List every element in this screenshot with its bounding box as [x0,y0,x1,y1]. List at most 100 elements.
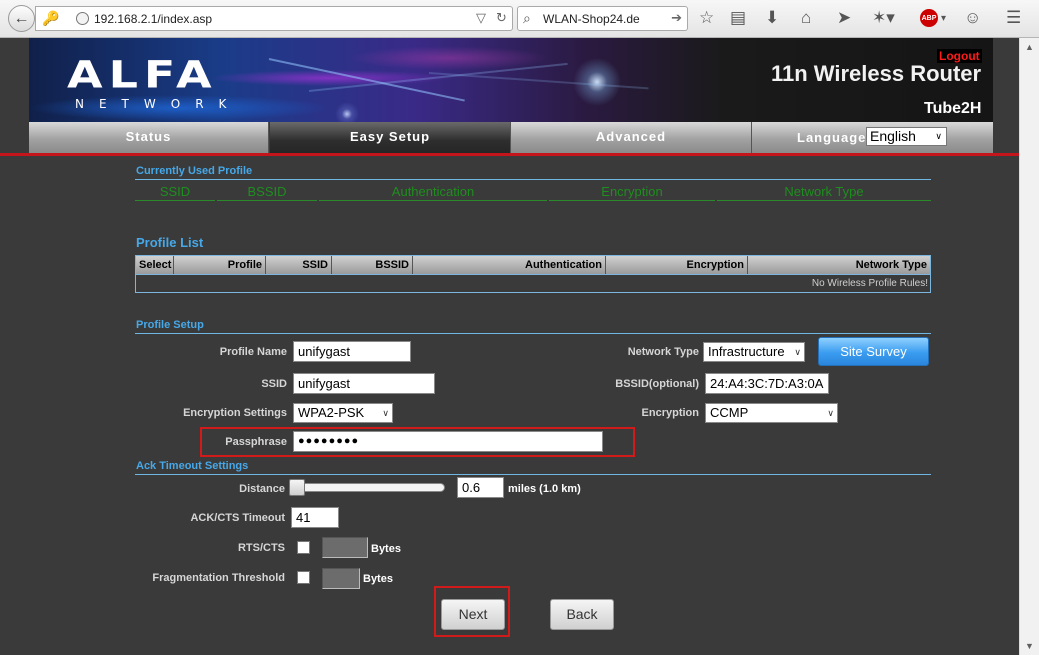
current-col-encryption: Encryption [549,184,715,201]
reload-icon[interactable]: ↻ [496,10,507,26]
scroll-down-icon[interactable]: ▼ [1025,641,1034,651]
frag-threshold-checkbox[interactable] [297,571,310,584]
rts-cts-label: RTS/CTS [237,542,285,554]
profile-setup-title: Profile Setup [136,319,204,331]
distance-input[interactable]: 0.6 [457,477,504,498]
search-engine-label: WLAN-Shop24.de [543,12,640,26]
star-icon[interactable]: ☆ [699,8,714,28]
profile-name-input[interactable]: unifygast [293,341,411,362]
current-col-bssid: BSSID [217,184,317,201]
back-icon[interactable]: ← [8,5,35,32]
ssid-label: SSID [261,378,287,390]
encryption-value: CCMP [710,405,749,420]
encryption-settings-label: Encryption Settings [183,407,287,419]
share-icon[interactable]: ➤ [837,8,851,28]
chevron-down-icon: ∨ [382,408,389,418]
smiley-icon[interactable]: ☺ [964,8,981,28]
profile-list-title: Profile List [136,235,204,250]
col-authentication: Authentication [413,256,606,274]
site-survey-button[interactable]: Site Survey [818,337,929,366]
search-icon: ⌕ [523,10,531,26]
adblock-dropdown-icon[interactable]: ▾ [941,13,946,24]
next-button[interactable]: Next [441,599,505,630]
rts-cts-checkbox[interactable] [297,541,310,554]
profile-list-table: Select Profile SSID BSSID Authentication… [135,255,931,293]
network-icon[interactable]: ✶▾ [872,8,895,28]
tab-easy-setup[interactable]: Easy Setup [270,122,511,153]
header-banner: ALFA NETWORK Logout 11n Wireless Router … [29,38,993,122]
col-bssid: BSSID [332,256,413,274]
empty-message: No Wireless Profile Rules! [136,274,930,292]
adblock-icon[interactable]: ABP [920,9,938,27]
col-encryption: Encryption [606,256,748,274]
section-divider [135,179,931,180]
alfa-logo-subtitle: NETWORK [75,97,242,111]
chevron-down-icon: ∨ [935,131,942,141]
encryption-label: Encryption [641,407,699,419]
passphrase-label: Passphrase [225,436,287,448]
encryption-settings-select[interactable]: WPA2-PSK ∨ [293,403,393,423]
network-type-value: Infrastructure [708,344,785,359]
network-type-select[interactable]: Infrastructure ∨ [703,342,805,362]
url-text[interactable]: 192.168.2.1/index.asp [94,12,212,26]
model-name: Tube2H [924,100,982,117]
distance-label: Distance [239,483,285,495]
col-select: Select [136,256,174,274]
profile-list-header: Select Profile SSID BSSID Authentication… [136,256,930,274]
dropdown-icon[interactable]: ▽ [476,10,486,26]
download-icon[interactable]: ⬇ [765,8,779,28]
search-bar[interactable]: ⌕ WLAN-Shop24.de ➔ [517,6,688,31]
home-icon[interactable]: ⌂ [801,8,811,28]
network-type-label: Network Type [627,346,699,358]
rts-cts-input[interactable] [322,537,368,558]
tab-advanced[interactable]: Advanced [511,122,752,153]
distance-slider[interactable] [290,483,445,492]
chevron-down-icon: ∨ [827,408,834,418]
frag-threshold-unit: Bytes [363,573,393,585]
profile-name-label: Profile Name [219,346,287,358]
current-profile-title: Currently Used Profile [136,165,253,177]
bssid-input[interactable]: 24:A4:3C:7D:A3:0A [705,373,829,394]
banner-streak [268,58,465,102]
scroll-up-icon[interactable]: ▲ [1025,42,1034,52]
globe-icon [76,12,89,25]
ssid-input[interactable]: unifygast [293,373,435,394]
current-col-authentication: Authentication [319,184,547,201]
frag-threshold-input[interactable] [322,568,360,589]
back-button[interactable]: Back [550,599,614,630]
distance-slider-handle[interactable] [289,479,305,496]
col-network-type: Network Type [855,259,927,271]
banner-streak [308,62,568,92]
tab-status[interactable]: Status [29,122,269,153]
language-select[interactable]: English ∨ [866,127,947,146]
current-col-network-type: Network Type [717,184,931,201]
current-col-ssid: SSID [135,184,215,201]
language-value: English [870,128,916,144]
bssid-label: BSSID(optional) [615,378,699,390]
ack-cts-label: ACK/CTS Timeout [190,512,285,524]
product-title: 11n Wireless Router [771,61,982,86]
page-scrollbar[interactable]: ▲ ▼ [1019,38,1039,655]
chevron-down-icon: ∨ [794,347,801,357]
banner-streak [428,72,649,90]
go-icon[interactable]: ➔ [671,10,682,26]
section-divider [135,474,931,475]
distance-unit: miles (1.0 km) [508,483,581,495]
router-page: ALFA NETWORK Logout 11n Wireless Router … [0,38,1019,655]
rts-cts-unit: Bytes [371,543,401,555]
language-label: Language [797,130,867,145]
header-divider [0,153,1019,156]
alfa-logo: ALFA [67,52,218,97]
ack-timeout-title: Ack Timeout Settings [136,460,249,472]
key-icon[interactable]: 🔑 [42,10,59,27]
ack-cts-input[interactable]: 41 [291,507,339,528]
section-divider [135,333,931,334]
address-bar[interactable]: 🔑 192.168.2.1/index.asp ▽ ↻ [35,6,513,31]
menu-icon[interactable]: ☰ [1006,8,1021,28]
main-nav: Status Easy Setup Advanced Language Engl… [29,122,993,153]
encryption-select[interactable]: CCMP ∨ [705,403,838,423]
reading-list-icon[interactable]: ▤ [730,8,746,28]
encryption-settings-value: WPA2-PSK [298,405,365,420]
browser-toolbar: ← 🔑 192.168.2.1/index.asp ▽ ↻ ⌕ WLAN-Sho… [0,0,1039,38]
passphrase-input[interactable]: ●●●●●●●● [293,431,603,452]
